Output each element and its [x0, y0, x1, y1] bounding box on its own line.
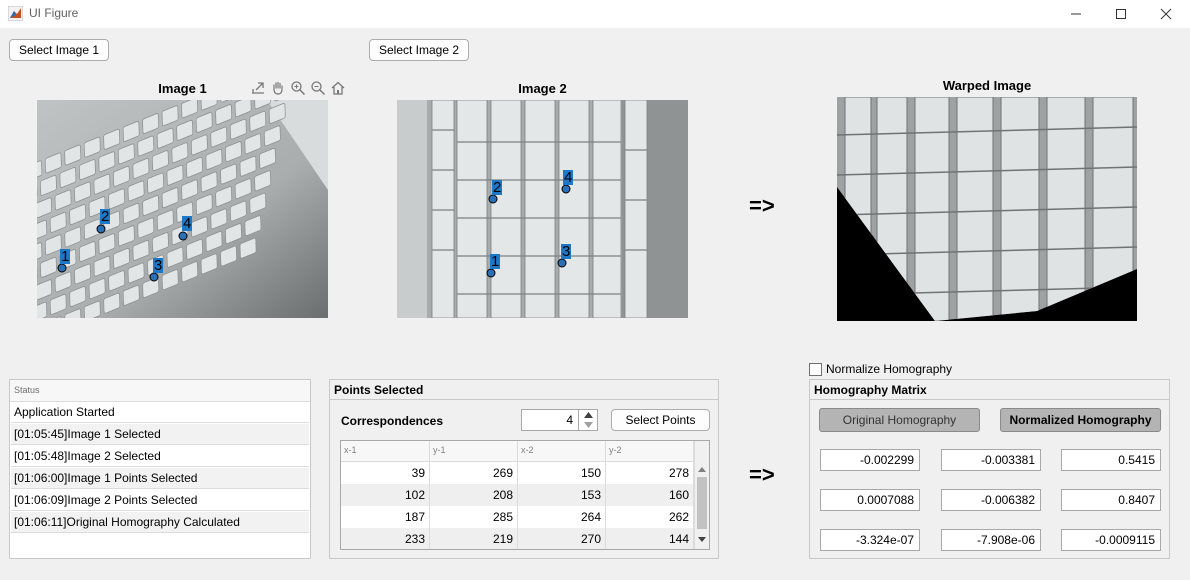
homography-panel: Homography Matrix Original Homography No… [809, 379, 1170, 559]
status-header: Status [10, 380, 310, 402]
image2-point-label-4: 4 [563, 169, 574, 186]
table-cell[interactable]: 285 [430, 506, 518, 528]
scroll-down-icon[interactable] [698, 537, 706, 542]
image1-point-2 [96, 224, 106, 234]
table-cell[interactable]: 153 [518, 484, 606, 506]
warped-image-axes[interactable] [837, 97, 1137, 321]
status-row-6: [01:06:11]Original Homography Calculated [11, 512, 309, 533]
status-row-5: [01:06:09]Image 2 Points Selected [11, 490, 309, 511]
table-cell[interactable]: 270 [518, 528, 606, 549]
matlab-app-icon [8, 6, 23, 21]
maximize-button[interactable] [1098, 0, 1144, 28]
scroll-up-icon[interactable] [698, 467, 706, 472]
h-field-13[interactable]: 0.5415 [1061, 449, 1161, 471]
h-field-32[interactable]: -7.908e-06 [941, 529, 1041, 551]
spinner-up-icon[interactable] [584, 412, 593, 418]
status-row-3: [01:05:48]Image 2 Selected [11, 446, 309, 467]
table-cell[interactable]: 264 [518, 506, 606, 528]
image1-keyboard-photo [37, 100, 328, 318]
image1-point-label-2: 2 [100, 208, 111, 225]
points-panel-title: Points Selected [334, 383, 424, 397]
h-field-11[interactable]: -0.002299 [820, 449, 920, 471]
table-cell[interactable]: 187 [341, 506, 430, 528]
select-image-1-button[interactable]: Select Image 1 [9, 39, 109, 61]
title-bar [0, 0, 1190, 28]
h-field-23[interactable]: 0.8407 [1061, 489, 1161, 511]
table-header-y2[interactable]: y-2 [606, 441, 694, 461]
table-cell[interactable]: 39 [341, 462, 430, 484]
image2-point-label-1: 1 [490, 253, 501, 270]
select-image-2-button[interactable]: Select Image 2 [369, 39, 469, 61]
close-icon [1160, 8, 1172, 20]
normalize-homography-checkbox[interactable] [809, 363, 822, 376]
status-row-1: Application Started [11, 402, 309, 423]
export-icon[interactable] [249, 79, 267, 97]
table-cell[interactable]: 219 [430, 528, 518, 549]
table-cell[interactable]: 102 [341, 484, 430, 506]
points-panel: Points Selected Correspondences 4 Select… [329, 379, 719, 559]
image2-title: Image 2 [518, 81, 567, 96]
h-field-33[interactable]: -0.0009115 [1061, 529, 1161, 551]
table-cell[interactable]: 160 [606, 484, 694, 506]
warped-keyboard-image [837, 97, 1137, 321]
table-header-x2[interactable]: x-2 [518, 441, 606, 461]
scrollbar-thumb[interactable] [697, 477, 707, 529]
correspondences-spinner[interactable]: 4 [521, 409, 599, 431]
table-cell[interactable]: 262 [606, 506, 694, 528]
table-header-x1[interactable]: x-1 [341, 441, 430, 461]
status-panel: Status Application Started [01:05:45]Ima… [9, 379, 311, 559]
h-field-22[interactable]: -0.006382 [941, 489, 1041, 511]
table-cell[interactable]: 278 [606, 462, 694, 484]
image1-point-label-1: 1 [60, 248, 71, 265]
image2-axes[interactable]: 1 2 3 4 [397, 100, 688, 318]
image1-point-label-3: 3 [153, 257, 164, 274]
image2-point-label-2: 2 [492, 179, 503, 196]
minimize-icon [1071, 13, 1081, 15]
window-title: UI Figure [29, 6, 79, 20]
pan-hand-icon[interactable] [269, 79, 287, 97]
table-scrollbar[interactable] [694, 441, 709, 549]
table-cell[interactable]: 269 [430, 462, 518, 484]
warped-title: Warped Image [942, 78, 1032, 93]
spinner-down-icon[interactable] [584, 422, 593, 428]
table-cell[interactable]: 144 [606, 528, 694, 549]
select-points-button[interactable]: Select Points [611, 409, 710, 431]
h-field-31[interactable]: -3.324e-07 [820, 529, 920, 551]
image1-point-label-4: 4 [182, 215, 193, 232]
axes-toolbar [249, 79, 347, 97]
close-button[interactable] [1143, 0, 1189, 28]
status-row-4: [01:06:00]Image 1 Points Selected [11, 468, 309, 489]
h-field-21[interactable]: 0.0007088 [820, 489, 920, 511]
h-field-12[interactable]: -0.003381 [941, 449, 1041, 471]
homography-panel-title: Homography Matrix [814, 383, 927, 397]
image2-keyboard-photo [397, 100, 688, 318]
table-header-y1[interactable]: y-1 [430, 441, 518, 461]
minimize-button[interactable] [1053, 0, 1099, 28]
original-homography-button[interactable]: Original Homography [819, 408, 980, 432]
normalize-homography-label[interactable]: Normalize Homography [826, 362, 952, 376]
correspondences-label: Correspondences [341, 414, 444, 428]
arrow-top: => [749, 193, 775, 218]
status-row-2: [01:05:45]Image 1 Selected [11, 424, 309, 445]
image1-point-4 [178, 231, 188, 241]
home-icon[interactable] [329, 79, 347, 97]
points-panel-divider [330, 399, 718, 400]
image2-point-label-3: 3 [561, 243, 572, 260]
correspondences-value[interactable]: 4 [521, 409, 579, 431]
normalized-homography-button[interactable]: Normalized Homography [1000, 408, 1161, 432]
table-cell[interactable]: 208 [430, 484, 518, 506]
table-cell[interactable]: 150 [518, 462, 606, 484]
maximize-icon [1116, 9, 1126, 19]
homography-panel-divider [810, 399, 1169, 400]
zoom-out-icon[interactable] [309, 79, 327, 97]
image1-axes[interactable]: 1 2 3 4 [37, 100, 328, 318]
table-cell[interactable]: 233 [341, 528, 430, 549]
points-table[interactable]: x-1 y-1 x-2 y-2 39 269 150 278 102 208 1… [340, 440, 710, 550]
arrow-bottom: => [749, 462, 775, 487]
zoom-in-icon[interactable] [289, 79, 307, 97]
spinner-buttons[interactable] [578, 409, 598, 431]
